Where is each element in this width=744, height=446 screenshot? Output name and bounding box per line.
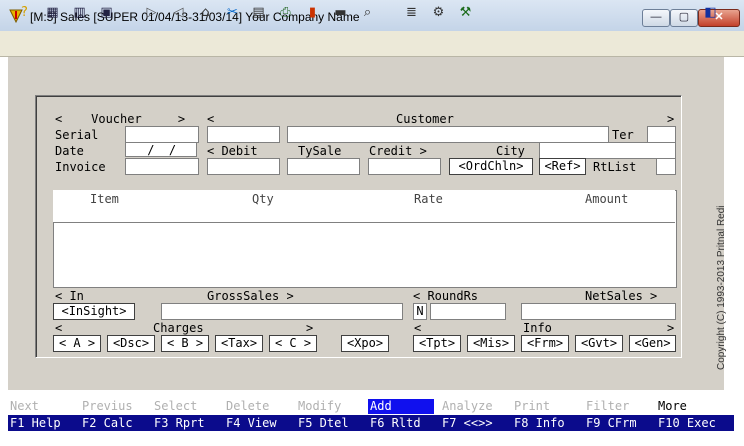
search-icon[interactable]: ⌕: [359, 4, 376, 21]
fkey-action-print[interactable]: Print: [512, 399, 578, 414]
ref-button[interactable]: <Ref>: [539, 158, 586, 175]
fkey-action-more[interactable]: More: [656, 399, 722, 414]
rtlist-label: RtList: [593, 160, 637, 174]
fkey-8[interactable]: F8 Info: [512, 415, 584, 431]
info-frm-button[interactable]: <Frm>: [521, 335, 569, 352]
invoice-label: Invoice: [55, 160, 106, 174]
rtlist-input[interactable]: [656, 158, 676, 175]
credit-input[interactable]: [368, 158, 441, 175]
tools-icon[interactable]: ✂: [224, 4, 241, 21]
back-icon[interactable]: ◁: [170, 4, 187, 21]
play-icon[interactable]: ▷: [143, 4, 160, 21]
fkey-action-previus[interactable]: Previus: [80, 399, 146, 414]
insight-button[interactable]: <InSight>: [53, 303, 135, 320]
chart-icon[interactable]: ▮: [304, 4, 321, 21]
calculator-icon[interactable]: ▦: [44, 4, 61, 21]
fkey-4[interactable]: F4 View: [224, 415, 296, 431]
charges-right: >: [306, 321, 314, 335]
info-mis-button[interactable]: <Mis>: [467, 335, 515, 352]
tysale-input[interactable]: [287, 158, 360, 175]
tools-icon-2[interactable]: ⚒: [457, 4, 474, 21]
minimize-button[interactable]: —: [642, 9, 670, 27]
fkey-6[interactable]: F6 Rltd: [368, 415, 440, 431]
charges-label: Charges: [153, 321, 204, 335]
serial-label: Serial: [55, 128, 99, 142]
fkey-action-analyze[interactable]: Analyze: [440, 399, 506, 414]
fkey-action-filter[interactable]: Filter: [584, 399, 650, 414]
customer-code-input[interactable]: [207, 126, 280, 143]
charge-b-button[interactable]: < B >: [161, 335, 209, 352]
charge-xpo-button[interactable]: <Xpo>: [341, 335, 389, 352]
roundrs-input[interactable]: [430, 303, 506, 320]
toolbar: [0, 31, 744, 57]
help-icon[interactable]: ?: [16, 4, 33, 21]
ter-label: Ter: [612, 128, 634, 142]
column-qty: Qty: [252, 192, 274, 206]
debit-label: < Debit: [207, 144, 258, 158]
info-tpt-button[interactable]: <Tpt>: [413, 335, 461, 352]
maximize-button[interactable]: ▢: [670, 9, 698, 27]
ordchln-button[interactable]: <OrdChln>: [449, 158, 533, 175]
roundrs-flag-input[interactable]: N: [413, 303, 427, 320]
date-input[interactable]: / /: [125, 142, 197, 157]
voucher-header: < Voucher >: [55, 112, 186, 126]
debit-input[interactable]: [207, 158, 280, 175]
fkey-action-delete[interactable]: Delete: [224, 399, 290, 414]
in-label: < In: [55, 289, 84, 303]
city-input[interactable]: [539, 142, 676, 159]
tysale-label: TySale: [298, 144, 342, 158]
serial-input[interactable]: [125, 126, 199, 143]
netsales-label: NetSales >: [585, 289, 658, 303]
charge-a-button[interactable]: < A >: [53, 335, 101, 352]
report-icon[interactable]: ▥: [71, 4, 88, 21]
city-label: City: [496, 144, 525, 158]
view-icon[interactable]: ▣: [98, 4, 115, 21]
charge-dsc-button[interactable]: <Dsc>: [107, 335, 155, 352]
home-icon[interactable]: ⌂: [197, 4, 214, 21]
customer-header-right: >: [667, 112, 675, 126]
save-icon[interactable]: ▤: [250, 4, 267, 21]
customer-header: Customer: [396, 112, 454, 126]
info-left: <: [414, 321, 422, 335]
info-gvt-button[interactable]: <Gvt>: [575, 335, 623, 352]
fkey-1[interactable]: F1 Help: [8, 415, 80, 431]
credit-label: Credit >: [369, 144, 427, 158]
roundrs-label: < RoundRs: [413, 289, 479, 303]
notepad-icon[interactable]: ≣: [403, 4, 420, 21]
fkey-action-modify[interactable]: Modify: [296, 399, 362, 414]
column-amount: Amount: [585, 192, 629, 206]
print-icon[interactable]: ⎙: [277, 4, 294, 21]
fkey-5[interactable]: F5 Dtel: [296, 415, 368, 431]
fkey-action-select[interactable]: Select: [152, 399, 218, 414]
document-icon[interactable]: ▬: [332, 4, 349, 21]
netsales-input[interactable]: [521, 303, 676, 320]
info-right: >: [667, 321, 675, 335]
customer-name-input[interactable]: [287, 126, 609, 143]
fkey-2[interactable]: F2 Calc: [80, 415, 152, 431]
charge-tax-button[interactable]: <Tax>: [215, 335, 263, 352]
charges-left: <: [55, 321, 63, 335]
date-label: Date: [55, 144, 84, 158]
fkey-9[interactable]: F9 CFrm: [584, 415, 656, 431]
fkey-3[interactable]: F3 Rprt: [152, 415, 224, 431]
copyright-text: Copyright (C) 1993-2013 Pritnal Redi: [716, 205, 727, 370]
info-gen-button[interactable]: <Gen>: [629, 335, 676, 352]
settings-icon[interactable]: ⚙: [430, 4, 447, 21]
column-item: Item: [90, 192, 119, 206]
info-label: Info: [523, 321, 552, 335]
ter-input[interactable]: [647, 126, 676, 143]
fkey-10[interactable]: F10 Exec: [656, 415, 734, 431]
charge-c-button[interactable]: < C >: [269, 335, 317, 352]
fkey-action-next[interactable]: Next: [8, 399, 74, 414]
grosssales-input[interactable]: [161, 303, 403, 320]
fkey-action-add[interactable]: Add: [368, 399, 434, 414]
column-rate: Rate: [414, 192, 443, 206]
exit-icon[interactable]: ◧: [702, 4, 719, 21]
items-grid-header: [53, 190, 675, 223]
invoice-input[interactable]: [125, 158, 199, 175]
fkey-7[interactable]: F7 <<>>: [440, 415, 512, 431]
grosssales-label: GrossSales >: [207, 289, 294, 303]
customer-header-left: <: [207, 112, 215, 126]
